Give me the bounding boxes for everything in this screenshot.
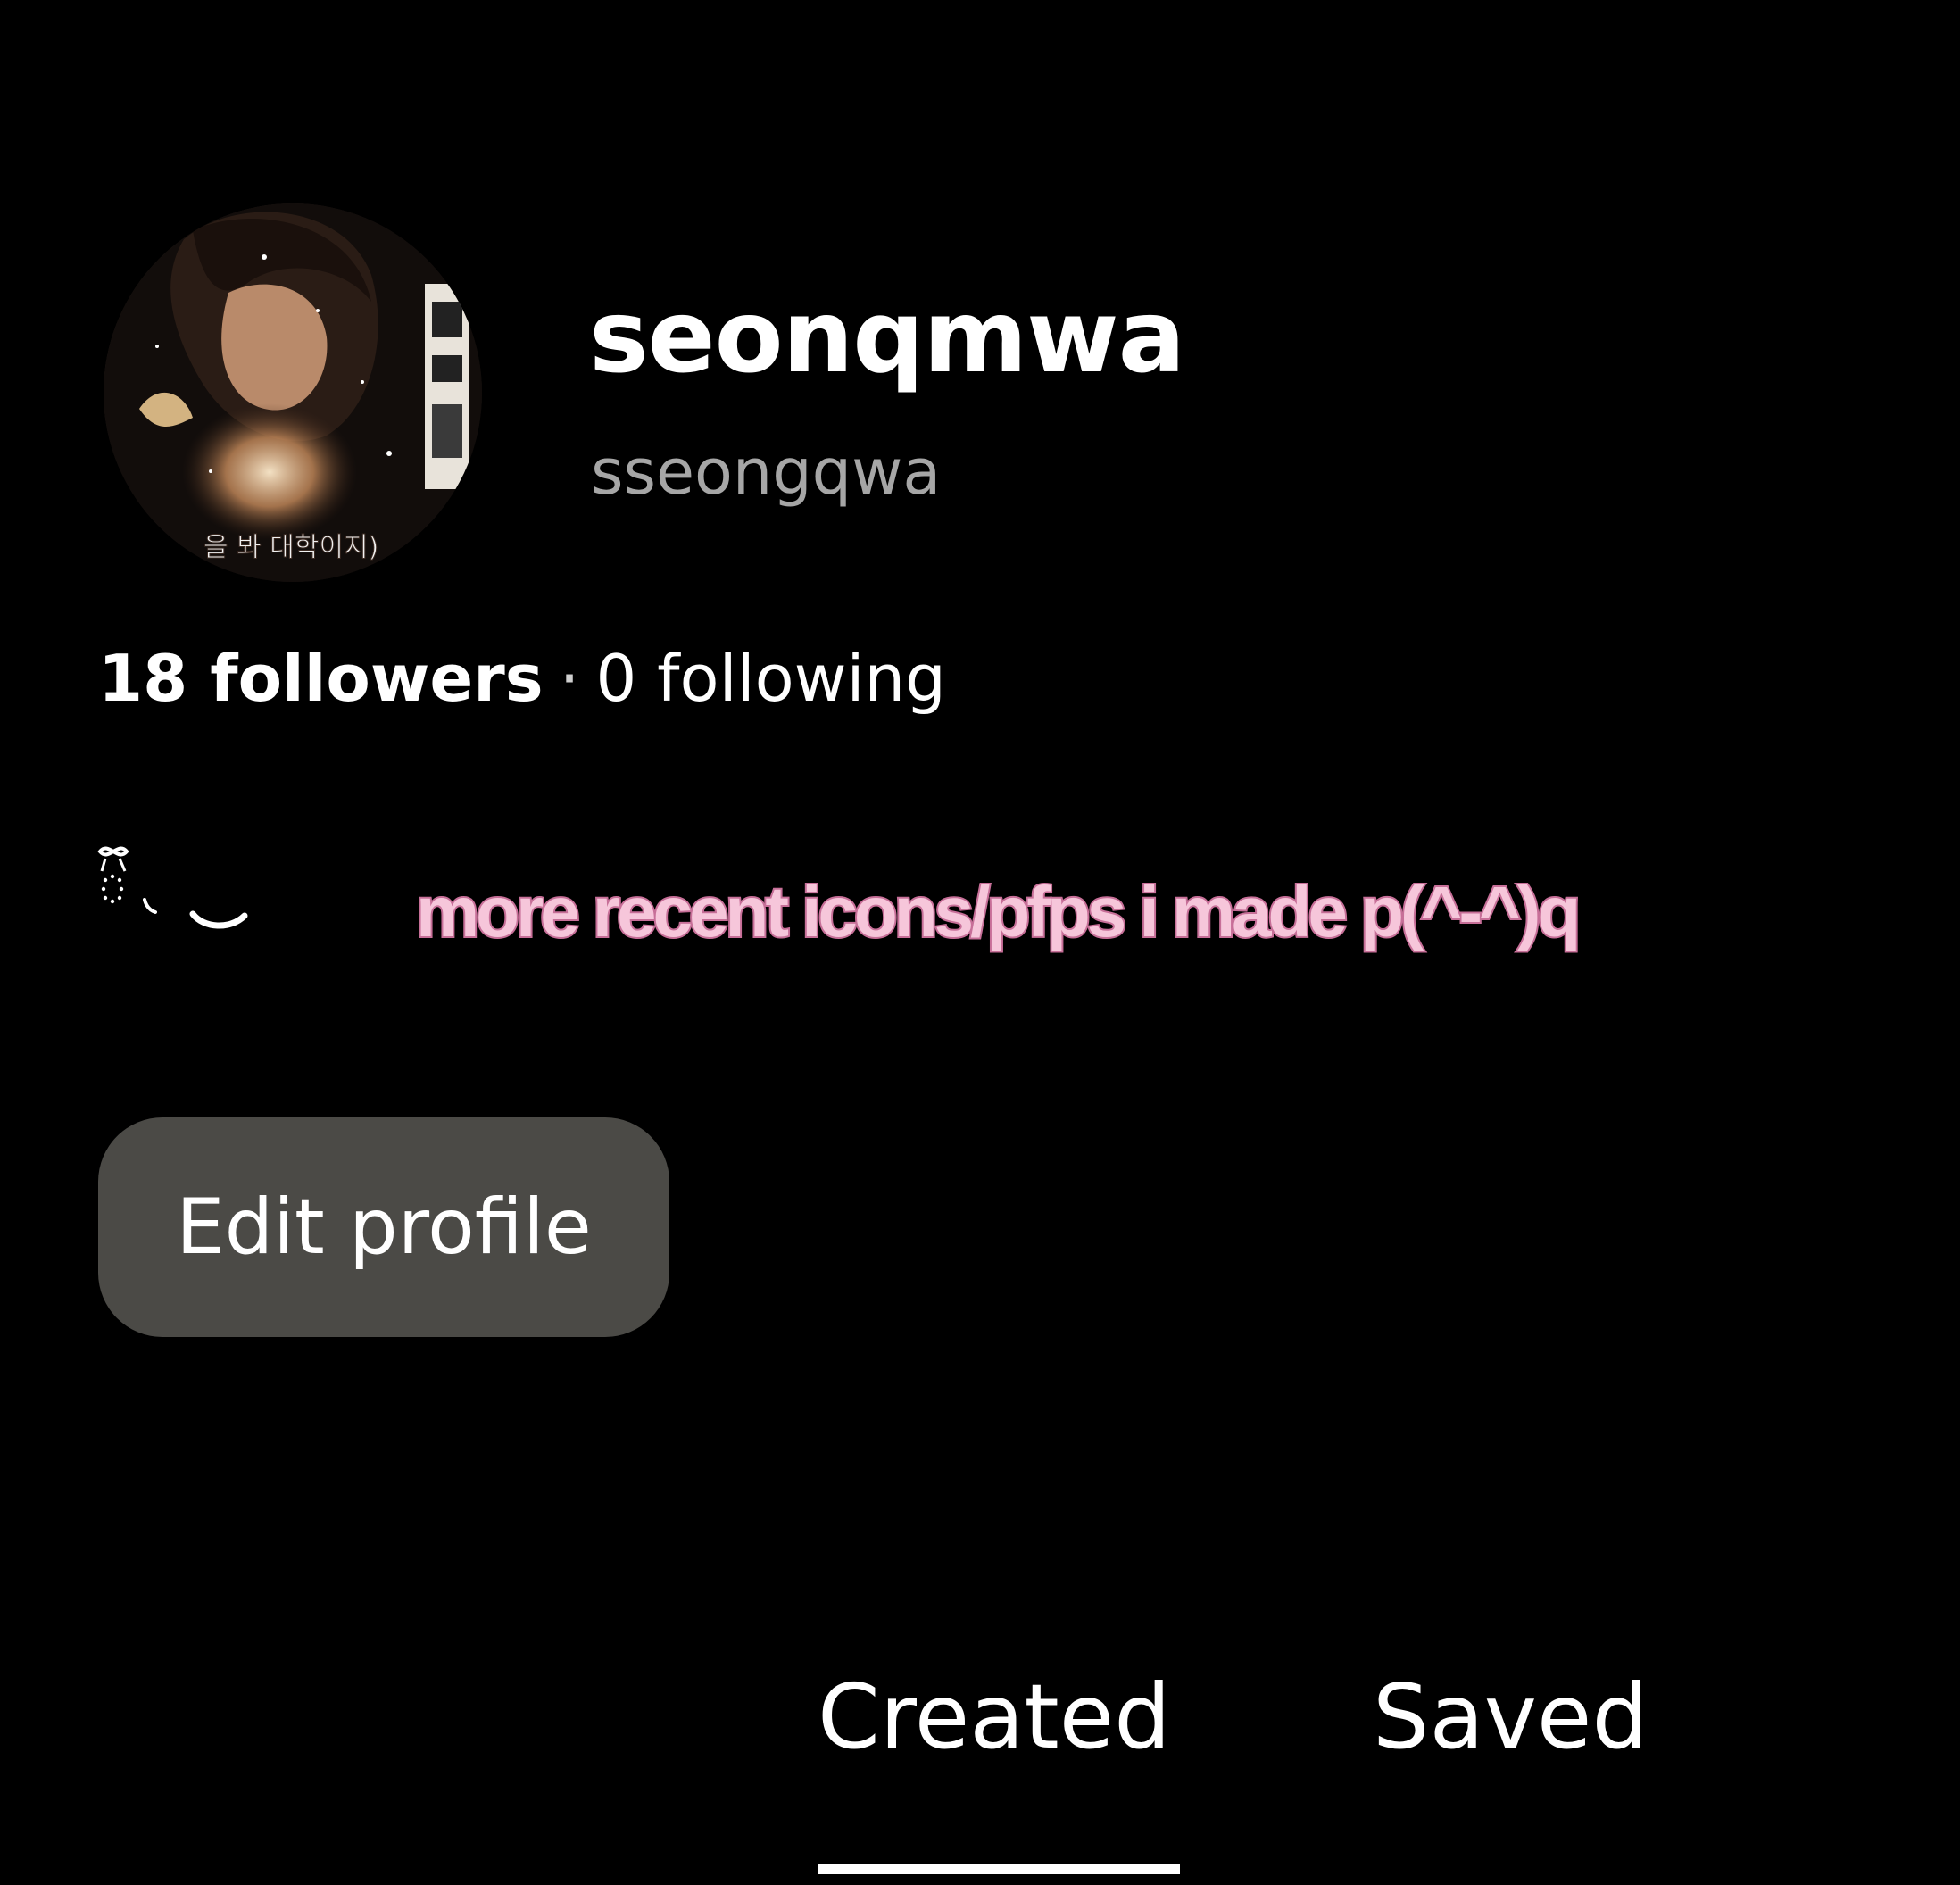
followers-count[interactable]: 18 followers: [98, 641, 544, 716]
avatar-image: 을 봐 대학이지): [104, 203, 482, 582]
tab-saved[interactable]: Saved: [1373, 1673, 1649, 1762]
profile-avatar[interactable]: 을 봐 대학이지): [104, 203, 482, 582]
profile-bio: more recent icons/pfps i made p(^-^)q: [414, 872, 1582, 951]
tab-created[interactable]: Created: [818, 1673, 1171, 1762]
active-tab-indicator: [818, 1864, 1180, 1874]
bio-decoration-icon: [97, 846, 248, 929]
stats-separator: ·: [559, 641, 580, 716]
follow-stats: 18 followers · 0 following: [98, 646, 946, 710]
edit-profile-button[interactable]: Edit profile: [98, 1117, 669, 1337]
username: sseongqwa: [591, 436, 942, 509]
svg-text:을 봐 대학이지): 을 봐 대학이지): [203, 532, 378, 563]
following-count[interactable]: 0 following: [595, 641, 945, 716]
display-name: seonqmwa: [589, 279, 1185, 395]
